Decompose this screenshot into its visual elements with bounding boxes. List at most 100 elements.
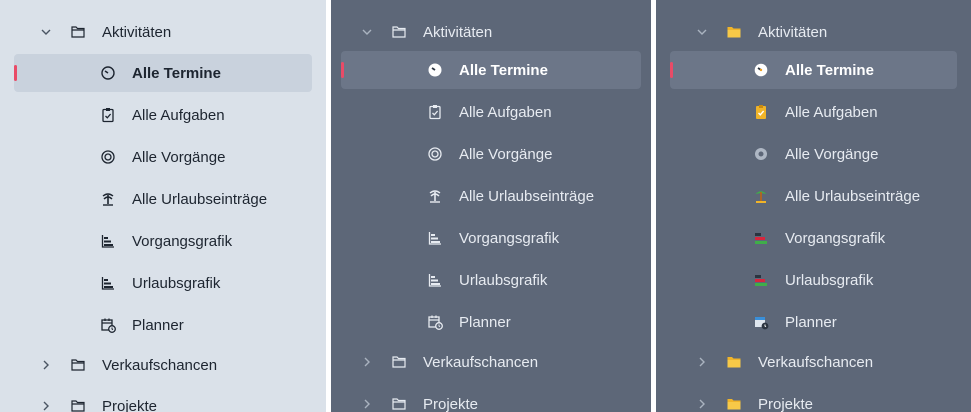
tree-node-verkaufschancen[interactable]: Verkaufschancen xyxy=(331,342,651,382)
calendar-clock-icon xyxy=(753,314,769,330)
tree-label: Verkaufschancen xyxy=(102,356,218,374)
gantt-chart-icon xyxy=(100,275,116,291)
sidebar-item-label: Vorgangsgrafik xyxy=(459,229,560,247)
tree-node-aktivitaeten[interactable]: Aktivitäten xyxy=(331,12,651,52)
target-icon xyxy=(753,146,769,162)
sidebar-item-vorgangsgrafik[interactable]: Vorgangsgrafik xyxy=(331,218,651,258)
chevron-right-icon xyxy=(40,359,52,371)
chevron-down-icon xyxy=(361,26,373,38)
sidebar-panel-dark: Aktivitäten Alle Termine Alle Aufgaben A… xyxy=(331,0,651,412)
tree-label: Aktivitäten xyxy=(758,23,828,41)
chevron-right-icon xyxy=(361,398,373,410)
folder-icon xyxy=(726,24,742,40)
sidebar-item-alle-urlaubseintraege[interactable]: Alle Urlaubseinträge xyxy=(656,176,971,216)
sidebar-item-planner[interactable]: Planner xyxy=(0,305,326,345)
sidebar-item-label: Alle Vorgänge xyxy=(785,145,879,163)
sidebar-item-alle-urlaubseintraege[interactable]: Alle Urlaubseinträge xyxy=(0,179,326,219)
sidebar-item-alle-aufgaben[interactable]: Alle Aufgaben xyxy=(331,92,651,132)
sidebar-item-label: Alle Aufgaben xyxy=(459,103,552,121)
sidebar-item-label: Vorgangsgrafik xyxy=(132,232,233,250)
sidebar-item-alle-vorgaenge[interactable]: Alle Vorgänge xyxy=(0,137,326,177)
clock-icon xyxy=(427,62,443,78)
folder-icon xyxy=(70,24,86,40)
sidebar-item-alle-termine[interactable]: Alle Termine xyxy=(331,50,651,90)
sidebar-item-label: Urlaubsgrafik xyxy=(132,274,221,292)
folder-icon xyxy=(726,396,742,412)
sidebar-item-alle-vorgaenge[interactable]: Alle Vorgänge xyxy=(656,134,971,174)
sidebar-item-label: Alle Vorgänge xyxy=(132,148,226,166)
sidebar-item-alle-vorgaenge[interactable]: Alle Vorgänge xyxy=(331,134,651,174)
tree-label: Aktivitäten xyxy=(423,23,493,41)
sidebar-item-label: Alle Aufgaben xyxy=(785,103,878,121)
sidebar-item-label: Planner xyxy=(132,316,184,334)
chevron-right-icon xyxy=(696,398,708,410)
gantt-chart-icon xyxy=(753,230,769,246)
sidebar-item-planner[interactable]: Planner xyxy=(656,302,971,342)
tree-node-projekte[interactable]: Projekte xyxy=(0,386,326,412)
folder-icon xyxy=(391,24,407,40)
task-icon xyxy=(427,104,443,120)
sidebar-panel-dark-colored: Aktivitäten Alle Termine Alle Aufgaben A… xyxy=(656,0,971,412)
sidebar-item-alle-urlaubseintraege[interactable]: Alle Urlaubseinträge xyxy=(331,176,651,216)
folder-icon xyxy=(70,398,86,412)
sidebar-item-label: Alle Termine xyxy=(132,64,221,82)
tree-node-projekte[interactable]: Projekte xyxy=(656,384,971,412)
sidebar-item-label: Alle Urlaubseinträge xyxy=(459,187,595,205)
sidebar-item-label: Alle Termine xyxy=(785,61,874,79)
clock-icon xyxy=(100,65,116,81)
selection-marker xyxy=(670,62,673,78)
clock-icon xyxy=(753,62,769,78)
palm-tree-icon xyxy=(427,188,443,204)
target-icon xyxy=(427,146,443,162)
sidebar-item-vorgangsgrafik[interactable]: Vorgangsgrafik xyxy=(0,221,326,261)
tree-node-aktivitaeten[interactable]: Aktivitäten xyxy=(656,12,971,52)
sidebar-item-planner[interactable]: Planner xyxy=(331,302,651,342)
palm-tree-icon xyxy=(753,188,769,204)
folder-icon xyxy=(726,354,742,370)
folder-icon xyxy=(391,396,407,412)
gantt-chart-icon xyxy=(753,272,769,288)
tree-label: Verkaufschancen xyxy=(758,353,874,371)
sidebar-item-label: Planner xyxy=(459,313,511,331)
sidebar-item-urlaubsgrafik[interactable]: Urlaubsgrafik xyxy=(331,260,651,300)
folder-icon xyxy=(391,354,407,370)
sidebar-item-label: Alle Vorgänge xyxy=(459,145,553,163)
tree-node-verkaufschancen[interactable]: Verkaufschancen xyxy=(656,342,971,382)
gantt-chart-icon xyxy=(427,272,443,288)
sidebar-item-label: Planner xyxy=(785,313,837,331)
tree-label: Aktivitäten xyxy=(102,23,172,41)
sidebar-item-alle-termine[interactable]: Alle Termine xyxy=(0,53,326,93)
tree-node-verkaufschancen[interactable]: Verkaufschancen xyxy=(0,345,326,385)
sidebar-item-label: Urlaubsgrafik xyxy=(785,271,874,289)
sidebar-item-label: Vorgangsgrafik xyxy=(785,229,886,247)
gantt-chart-icon xyxy=(100,233,116,249)
task-icon xyxy=(753,104,769,120)
sidebar-item-urlaubsgrafik[interactable]: Urlaubsgrafik xyxy=(656,260,971,300)
sidebar-item-urlaubsgrafik[interactable]: Urlaubsgrafik xyxy=(0,263,326,303)
gantt-chart-icon xyxy=(427,230,443,246)
folder-icon xyxy=(70,357,86,373)
sidebar-item-vorgangsgrafik[interactable]: Vorgangsgrafik xyxy=(656,218,971,258)
task-icon xyxy=(100,107,116,123)
sidebar-item-alle-aufgaben[interactable]: Alle Aufgaben xyxy=(0,95,326,135)
tree-label: Projekte xyxy=(758,395,814,412)
sidebar-panel-light: Aktivitäten Alle Termine Alle Aufgaben A… xyxy=(0,0,326,412)
chevron-right-icon xyxy=(40,400,52,412)
target-icon xyxy=(100,149,116,165)
chevron-right-icon xyxy=(696,356,708,368)
sidebar-item-alle-termine[interactable]: Alle Termine xyxy=(656,50,971,90)
tree-node-aktivitaeten[interactable]: Aktivitäten xyxy=(0,12,326,52)
chevron-down-icon xyxy=(696,26,708,38)
palm-tree-icon xyxy=(100,191,116,207)
sidebar-item-label: Urlaubsgrafik xyxy=(459,271,548,289)
sidebar-item-label: Alle Termine xyxy=(459,61,548,79)
selection-marker xyxy=(14,65,17,81)
calendar-clock-icon xyxy=(100,317,116,333)
sidebar-item-label: Alle Urlaubseinträge xyxy=(785,187,921,205)
tree-label: Projekte xyxy=(102,397,158,412)
chevron-down-icon xyxy=(40,26,52,38)
tree-node-projekte[interactable]: Projekte xyxy=(331,384,651,412)
selection-marker xyxy=(341,62,344,78)
sidebar-item-alle-aufgaben[interactable]: Alle Aufgaben xyxy=(656,92,971,132)
chevron-right-icon xyxy=(361,356,373,368)
